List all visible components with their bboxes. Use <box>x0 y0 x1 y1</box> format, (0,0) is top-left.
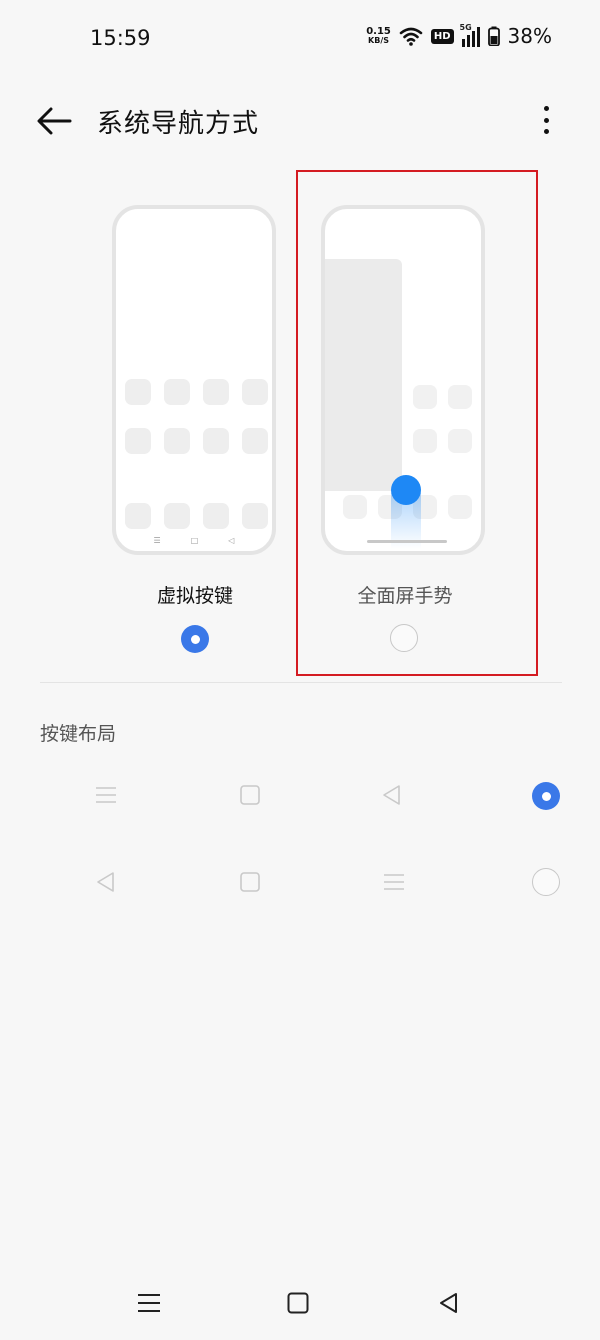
more-dot <box>543 129 549 134</box>
square-icon <box>240 785 260 805</box>
more-dot <box>543 117 549 123</box>
status-time: 15:59 <box>90 26 151 50</box>
dock-row <box>125 503 268 529</box>
menu-icon[interactable] <box>136 1290 162 1316</box>
option-virtual-buttons-label: 虚拟按键 <box>156 585 233 607</box>
net-speed: 0.15 KB/S <box>366 26 391 46</box>
radio-virtual-buttons[interactable] <box>181 625 209 653</box>
back-arrow-icon <box>37 107 72 135</box>
wifi-icon <box>399 27 423 46</box>
virtual-buttons-preview[interactable]: ☰ □ ◁ <box>112 205 276 555</box>
app-grid <box>125 379 268 454</box>
hd-badge: HD <box>430 28 454 44</box>
menu-icon <box>96 787 116 803</box>
more-dot <box>543 106 549 111</box>
radio-button-layout-1[interactable] <box>532 782 560 810</box>
option-gestures-label: 全面屏手势 <box>357 585 453 607</box>
signal-5g-label: 5G <box>459 23 472 32</box>
menu-icon: ☰ <box>153 536 161 545</box>
square-icon: □ <box>190 536 199 545</box>
back-triangle-icon <box>97 872 114 892</box>
back-triangle-icon: ◁ <box>228 536 235 545</box>
square-icon <box>240 872 260 892</box>
radio-button-layout-2[interactable] <box>532 868 560 896</box>
status-icons: 0.15 KB/S HD 5G 38% <box>366 23 552 48</box>
battery-icon <box>487 26 500 46</box>
back-triangle-icon <box>383 785 400 805</box>
net-speed-value: 0.15 <box>366 26 391 37</box>
signal-icon: 5G <box>459 23 480 47</box>
home-square-icon[interactable] <box>285 1290 311 1316</box>
radio-gestures[interactable] <box>390 624 418 652</box>
divider <box>40 682 562 683</box>
page-title: 系统导航方式 <box>97 109 260 139</box>
menu-icon <box>384 874 404 890</box>
net-speed-unit: KB/S <box>368 36 390 45</box>
back-triangle-icon[interactable] <box>436 1290 462 1316</box>
battery-percent: 38% <box>507 24 552 48</box>
section-title-button-layout: 按键布局 <box>40 723 117 745</box>
back-button[interactable] <box>34 104 74 138</box>
mini-nav-bar: ☰ □ ◁ <box>116 536 272 545</box>
more-options-button[interactable] <box>532 104 560 136</box>
